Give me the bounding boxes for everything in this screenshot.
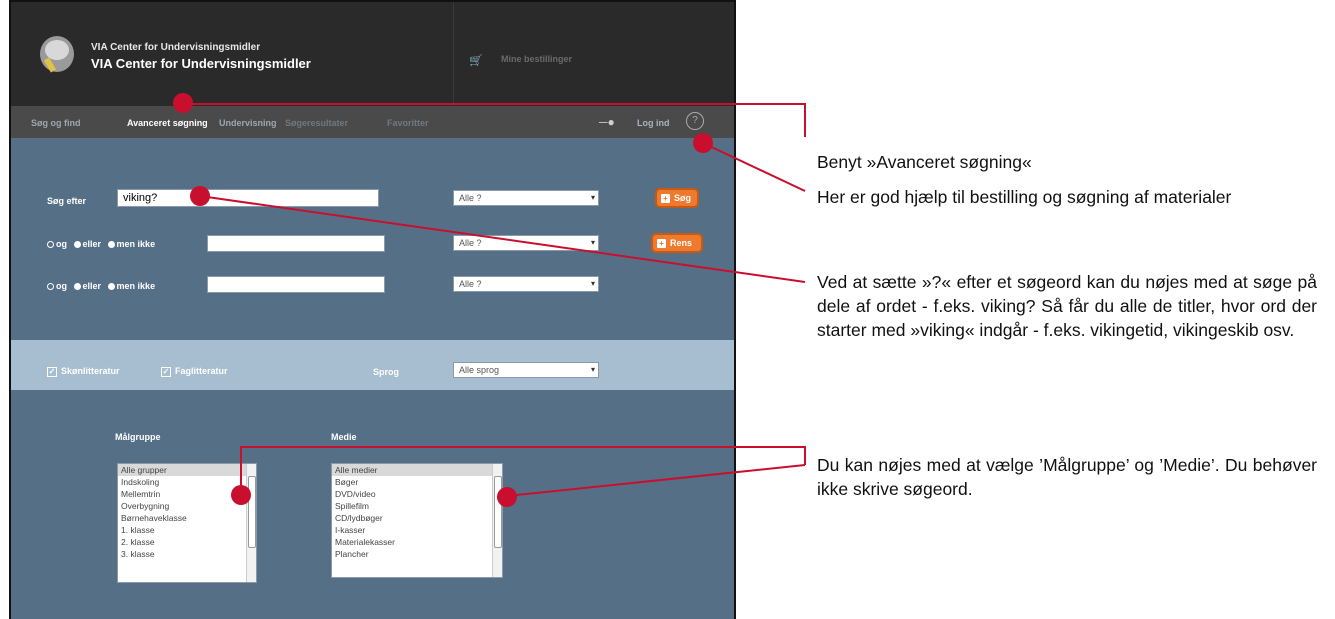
callout-line-1 xyxy=(183,103,806,137)
callout-dot-4 xyxy=(231,485,251,505)
callout-dot-1 xyxy=(173,93,193,113)
callout-line-3 xyxy=(199,195,806,283)
callout-line-2 xyxy=(702,142,806,192)
note-help: Her er god hjælp til bestilling og søgni… xyxy=(817,187,1232,207)
callout-dot-2 xyxy=(693,133,713,153)
note-audience-media: Du kan nøjes med at vælge ’Målgruppe’ og… xyxy=(817,455,1317,499)
callout-line-5 xyxy=(506,464,806,497)
note-wildcard: Ved at sætte »?« efter et søgeord kan du… xyxy=(817,272,1317,340)
note-advanced-search: Benyt »Avanceret søgning« xyxy=(817,152,1032,172)
callout-dot-5 xyxy=(497,487,517,507)
callout-dot-3 xyxy=(190,186,210,206)
callout-line-4 xyxy=(240,446,806,493)
